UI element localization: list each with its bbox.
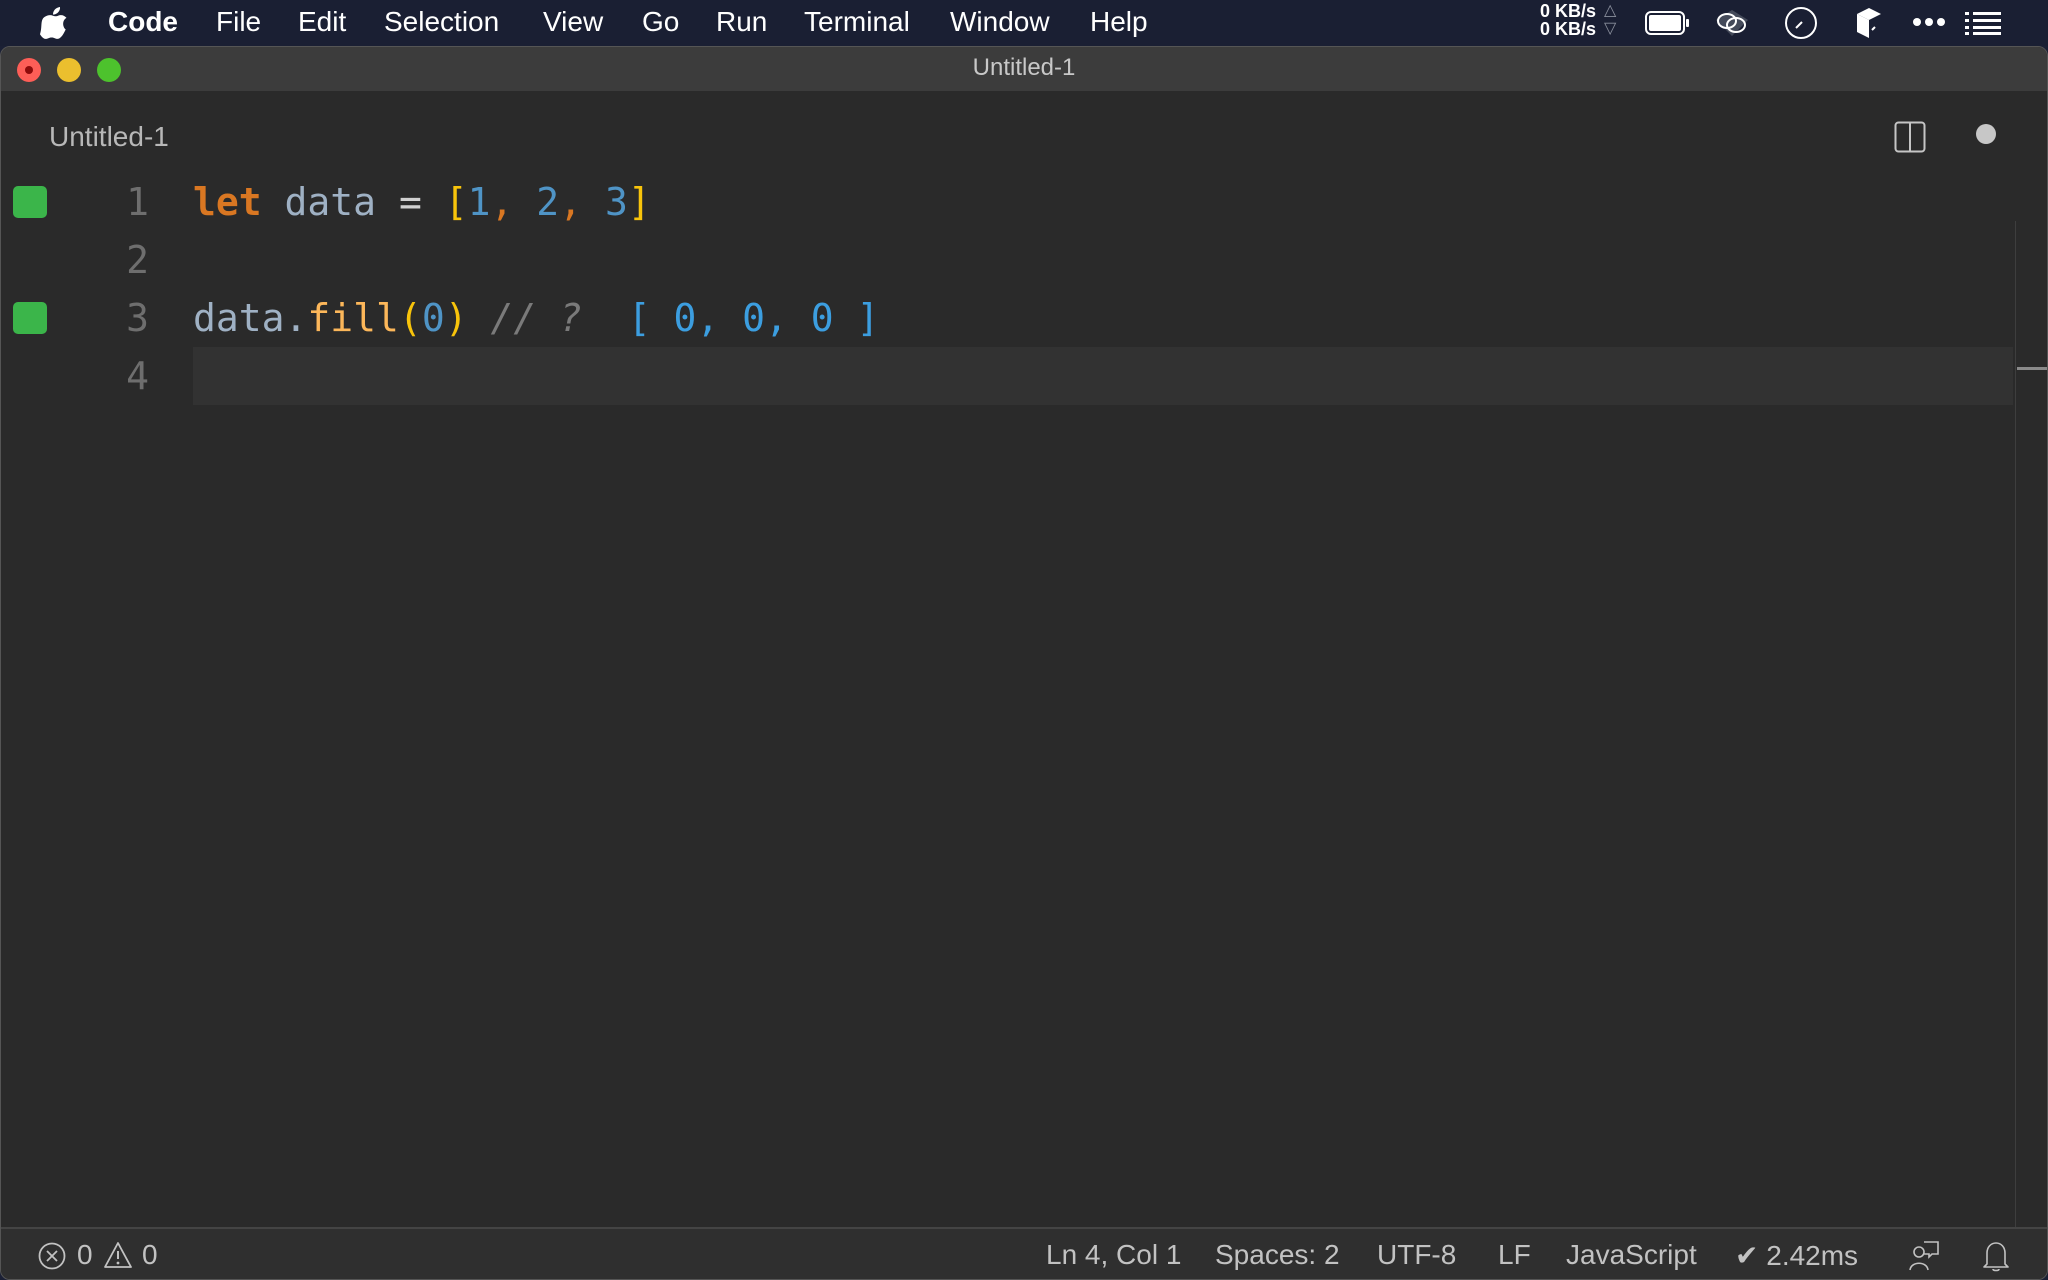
tab-bar: Untitled-1 <box>1 91 2047 173</box>
menu-go[interactable]: Go <box>642 6 679 38</box>
cursor-position[interactable]: Ln 4, Col 1 <box>1046 1239 1181 1271</box>
window-title: Untitled-1 <box>972 54 1076 81</box>
menu-file[interactable]: File <box>216 6 261 38</box>
feedback-icon[interactable] <box>1907 1239 1941 1273</box>
inline-result: [ 0, 0, 0 ] <box>627 296 880 340</box>
coverage-marker-icon <box>13 186 47 218</box>
menu-window[interactable]: Window <box>950 6 1050 38</box>
editor-window: Untitled-1 Untitled-1 1 let data = [1, 2… <box>0 46 2048 1280</box>
line-code: let data = [1, 2, 3] <box>193 180 651 224</box>
minimap[interactable] <box>2015 221 2047 1271</box>
code-line-3[interactable]: 3 data.fill(0) // ? [ 0, 0, 0 ] <box>1 289 2047 347</box>
upload-speed: 0 KB/s <box>1540 1 1597 21</box>
box-icon[interactable] <box>1855 6 1883 40</box>
title-bar[interactable]: Untitled-1 <box>1 47 2047 92</box>
menu-help[interactable]: Help <box>1090 6 1148 38</box>
line-number: 3 <box>126 296 149 340</box>
line-number: 1 <box>126 180 149 224</box>
menu-bar: Code File Edit Selection View Go Run Ter… <box>0 0 2048 46</box>
indentation-setting[interactable]: Spaces: 2 <box>1215 1239 1340 1271</box>
coverage-marker-icon <box>13 302 47 334</box>
scrollbar-cursor-indicator[interactable] <box>2017 367 2047 370</box>
code-line-2[interactable]: 2 <box>1 231 2047 289</box>
menu-terminal[interactable]: Terminal <box>804 6 910 38</box>
battery-icon[interactable] <box>1645 11 1691 35</box>
warning-icon[interactable] <box>103 1241 133 1269</box>
menu-view[interactable]: View <box>543 6 603 38</box>
download-arrow-icon: ▽ <box>1604 20 1617 37</box>
error-icon[interactable] <box>37 1241 67 1271</box>
menu-run[interactable]: Run <box>716 6 767 38</box>
split-editor-icon[interactable] <box>1894 121 1926 153</box>
code-line-1[interactable]: 1 let data = [1, 2, 3] <box>1 173 2047 231</box>
code-line-4[interactable]: 4 <box>1 347 2047 405</box>
end-of-line[interactable]: LF <box>1498 1239 1531 1271</box>
download-speed: 0 KB/s <box>1540 19 1597 39</box>
network-speed-monitor[interactable]: 0 KB/s △ 0 KB/s ▽ <box>1540 2 1616 38</box>
menu-edit[interactable]: Edit <box>298 6 346 38</box>
unsaved-changes-dot-icon[interactable] <box>1976 124 1996 144</box>
error-count[interactable]: 0 <box>77 1239 93 1271</box>
line-number: 4 <box>126 354 149 398</box>
line-number: 2 <box>126 238 149 282</box>
code-editor[interactable]: 1 let data = [1, 2, 3] 2 3 data.fill(0) … <box>1 173 2047 1223</box>
language-mode[interactable]: JavaScript <box>1566 1239 1697 1271</box>
quokka-timing[interactable]: ✔ 2.42ms <box>1735 1239 1858 1272</box>
notifications-bell-icon[interactable] <box>1981 1239 2011 1273</box>
file-encoding[interactable]: UTF-8 <box>1377 1239 1456 1271</box>
clock-icon[interactable] <box>1783 5 1819 41</box>
creative-cloud-icon[interactable] <box>1712 8 1752 38</box>
upload-arrow-icon: △ <box>1604 2 1617 19</box>
tab-untitled-1[interactable]: Untitled-1 <box>49 121 169 153</box>
list-icon[interactable] <box>1965 11 2001 35</box>
menu-app-name[interactable]: Code <box>108 6 178 38</box>
menu-selection[interactable]: Selection <box>384 6 499 38</box>
line-code: data.fill(0) // ? [ 0, 0, 0 ] <box>193 296 880 340</box>
apple-logo-icon[interactable] <box>40 4 70 40</box>
warning-count[interactable]: 0 <box>142 1239 158 1271</box>
status-bar: 0 0 Ln 4, Col 1 Spaces: 2 UTF-8 LF JavaS… <box>1 1227 2047 1279</box>
more-icon[interactable] <box>1912 16 1946 28</box>
